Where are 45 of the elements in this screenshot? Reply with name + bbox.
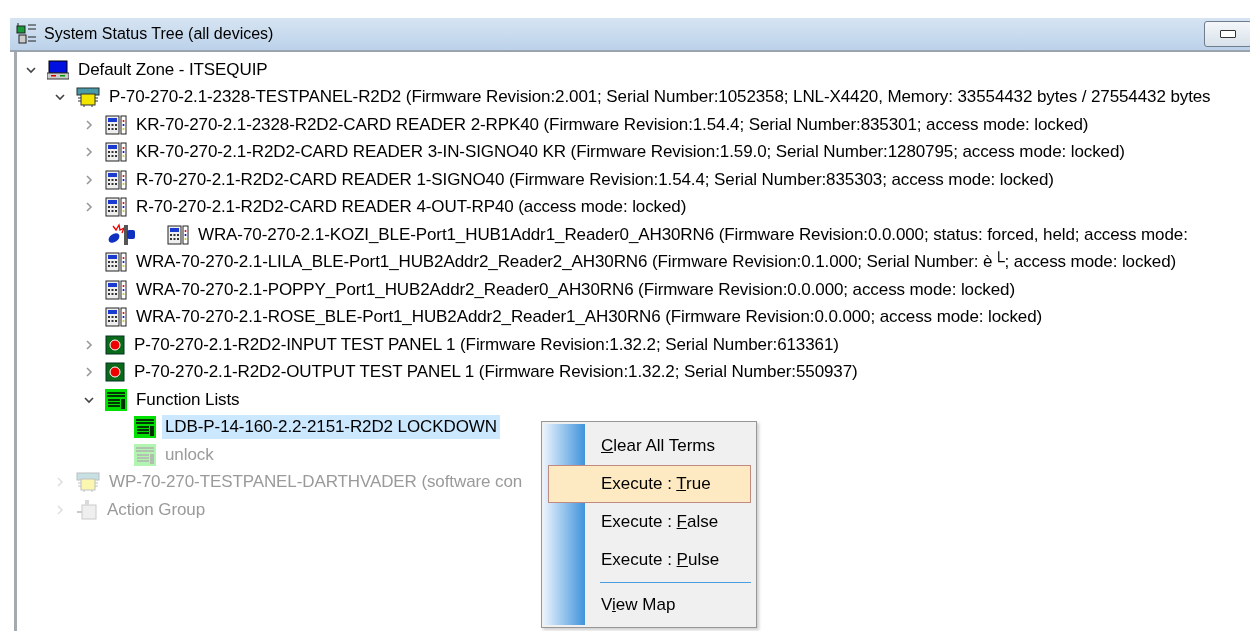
- card-reader-icon: [105, 279, 127, 300]
- tree-item[interactable]: R-70-270-2.1-R2D2-CARD READER 1-SIGNO40 (Firmware Revision:1.54.4; Serial Number:835303; access mode: locked): [133, 167, 1057, 192]
- window-title: System Status Tree (all devices): [44, 25, 274, 43]
- card-reader-icon: [167, 224, 189, 245]
- menu-item[interactable]: View Map: [548, 586, 751, 624]
- chevron-right-icon[interactable]: [83, 146, 95, 159]
- tree-item[interactable]: Function Lists: [133, 387, 243, 412]
- card-reader-icon: [105, 114, 127, 135]
- tree-item[interactable]: LDB-P-14-160-2.2-2151-R2D2 LOCKDOWN: [162, 415, 500, 440]
- chevron-right-icon[interactable]: [83, 173, 95, 186]
- tree-item[interactable]: KR-70-270-2.1-R2D2-CARD READER 3-IN-SIGNO40 KR (Firmware Revision:1.59.0; Serial Number:1280795; access mode: locked): [133, 140, 1128, 165]
- card-reader-icon: [105, 142, 127, 163]
- monitor-icon: [47, 59, 69, 80]
- action-group-icon: [76, 498, 98, 521]
- card-reader-icon: [105, 197, 127, 218]
- minimize-button[interactable]: [1204, 21, 1250, 47]
- function-list-icon: [134, 416, 156, 439]
- card-reader-icon: [105, 169, 127, 190]
- menu-item[interactable]: Execute : False: [548, 503, 751, 541]
- tree-item[interactable]: Default Zone - ITSEQUIP: [75, 57, 271, 82]
- chevron-right-icon[interactable]: [83, 118, 95, 131]
- chevron-right-icon[interactable]: [83, 338, 95, 351]
- controller-board-icon: [76, 87, 100, 108]
- tree-item[interactable]: P-70-270-2.1-R2D2-INPUT TEST PANEL 1 (Firmware Revision:1.32.2; Serial Number:613361): [131, 332, 842, 357]
- io-board-icon: [105, 334, 125, 355]
- tree-item[interactable]: WRA-70-270-2.1-POPPY_Port1_HUB2Addr2_Reader0_AH30RN6 (Firmware Revision:0.0.000; access mode: locked): [133, 277, 1019, 302]
- io-board-icon: [105, 362, 125, 383]
- function-list-icon: [134, 443, 156, 466]
- menu-item[interactable]: Execute : True: [548, 465, 751, 503]
- tree-item[interactable]: WRA-70-270-2.1-KOZI_BLE-Port1_HUB1Addr1_Reader0_AH30RN6 (Firmware Revision:0.0.000; status: forced, held; access mode:: [195, 222, 1191, 247]
- function-list-icon: [105, 388, 127, 411]
- card-reader-icon: [105, 252, 127, 273]
- tree-item[interactable]: P-70-270-2.1-2328-TESTPANEL-R2D2 (Firmware Revision:2.001; Serial Number:1052358; LNL-X4420, Memory: 33554432 bytes / 27554432 bytes: [106, 85, 1214, 110]
- tree-item[interactable]: WRA-70-270-2.1-LILA_BLE-Port1_HUB2Addr2_Reader2_AH30RN6 (Firmware Revision:0.1.000; Serial Number: è└; access mode: locked): [133, 250, 1180, 275]
- menu-item[interactable]: Execute : Pulse: [548, 541, 751, 579]
- controller-board-icon: [76, 472, 100, 493]
- tree-item[interactable]: R-70-270-2.1-R2D2-CARD READER 4-OUT-RP40 (access mode: locked): [133, 195, 690, 220]
- tree-item[interactable]: P-70-270-2.1-R2D2-OUTPUT TEST PANEL 1 (Firmware Revision:1.32.2; Serial Number:550937): [131, 360, 861, 385]
- tree-window-icon: [16, 23, 38, 45]
- card-reader-icon: [105, 307, 127, 328]
- tree-item[interactable]: WRA-70-270-2.1-ROSE_BLE-Port1_HUB2Addr2_Reader1_AH30RN6 (Firmware Revision:0.0.000; access mode: locked): [133, 305, 1046, 330]
- tree-item[interactable]: KR-70-270-2.1-2328-R2D2-CARD READER 2-RPK40 (Firmware Revision:1.54.4; Serial Number:835301; access mode: locked): [133, 112, 1092, 137]
- chevron-right-icon[interactable]: [83, 366, 95, 379]
- chevron-right-icon[interactable]: [83, 201, 95, 214]
- menu-item[interactable]: Clear All Terms: [548, 427, 751, 465]
